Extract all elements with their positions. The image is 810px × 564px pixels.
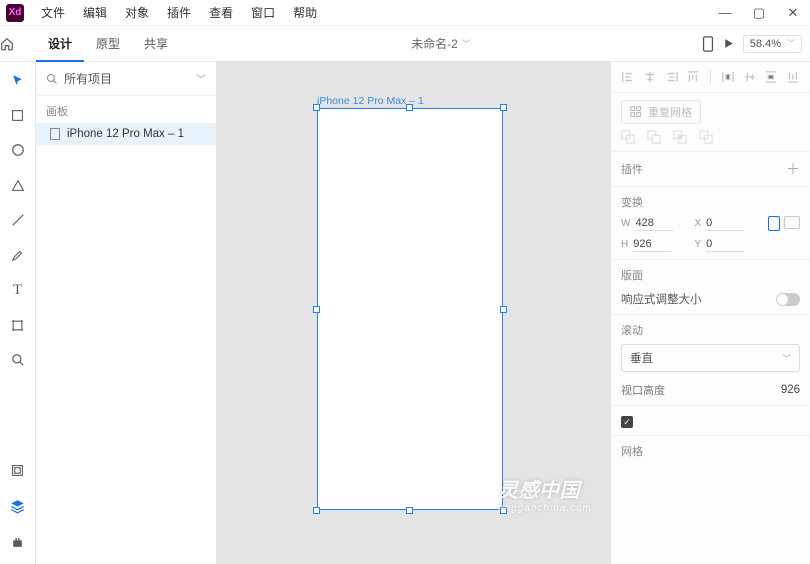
chevron-down-icon: ﹀ [196, 71, 206, 86]
tab-prototype[interactable]: 原型 [84, 26, 132, 62]
app-icon: Xd [6, 4, 24, 22]
selection-handle[interactable] [500, 104, 507, 111]
pen-tool[interactable] [4, 245, 32, 265]
canvas[interactable]: iPhone 12 Pro Max – 1 灵感中国 lingganchina.… [217, 62, 610, 564]
x-input[interactable] [706, 216, 744, 231]
zoom-value: 58.4% [750, 38, 781, 50]
canvas-artboard[interactable] [317, 108, 503, 510]
play-icon[interactable] [722, 37, 735, 50]
path-add-icon[interactable] [621, 130, 635, 144]
y-input[interactable] [706, 237, 744, 252]
path-subtract-icon[interactable] [647, 130, 661, 144]
responsive-toggle[interactable] [776, 293, 800, 306]
window-close-button[interactable]: ✕ [776, 5, 810, 21]
layers-section-label: 画板 [36, 96, 216, 123]
repeat-grid-label: 重复网格 [648, 104, 692, 120]
polygon-tool[interactable] [4, 175, 32, 195]
orientation-landscape-button[interactable] [784, 216, 800, 229]
selection-handle[interactable] [500, 306, 507, 313]
x-label: X [695, 218, 702, 229]
zoom-level[interactable]: 58.4% ﹀ [743, 35, 802, 53]
selection-handle[interactable] [313, 104, 320, 111]
align-bottom-icon[interactable] [786, 70, 800, 84]
document-name[interactable]: 未命名-2 [411, 35, 458, 52]
path-intersect-icon[interactable] [673, 130, 687, 144]
align-hcenter-icon[interactable] [643, 70, 657, 84]
menu-window[interactable]: 窗口 [242, 4, 284, 21]
width-label: W [621, 218, 630, 229]
layout-section-label: 版面 [621, 267, 800, 283]
tab-share[interactable]: 共享 [132, 26, 180, 62]
window-maximize-button[interactable]: ▢ [742, 5, 776, 21]
assets-icon[interactable] [4, 460, 32, 480]
text-tool[interactable]: T [4, 280, 32, 300]
artboard-icon [50, 128, 60, 140]
project-filter-dropdown[interactable]: 所有项目 ﹀ [64, 70, 206, 87]
plugins-panel-icon[interactable] [4, 532, 32, 552]
add-plugin-button[interactable]: ＋ [786, 159, 800, 179]
path-exclude-icon[interactable] [699, 130, 713, 144]
distribute-v-icon[interactable] [764, 70, 778, 84]
responsive-label: 响应式调整大小 [621, 291, 702, 307]
zoom-tool[interactable] [4, 350, 32, 370]
artboard-tool[interactable] [4, 315, 32, 335]
align-right-icon[interactable] [665, 70, 679, 84]
home-icon[interactable] [0, 37, 36, 51]
plugins-section-label: 插件 [621, 161, 643, 177]
scroll-section-label: 滚动 [621, 322, 800, 338]
checkbox-icon[interactable]: ✓ [621, 416, 633, 428]
height-input[interactable] [633, 237, 671, 252]
repeat-grid-button[interactable]: 重复网格 [621, 100, 701, 124]
transform-section-label: 变换 [621, 194, 800, 210]
scroll-select-value: 垂直 [630, 350, 653, 366]
viewport-height-value[interactable]: 926 [781, 384, 800, 396]
align-top-icon[interactable] [686, 70, 700, 84]
search-icon [46, 73, 58, 85]
tab-design[interactable]: 设计 [36, 26, 84, 62]
selection-handle[interactable] [313, 306, 320, 313]
selection-handle[interactable] [500, 507, 507, 514]
chevron-down-icon: ﹀ [787, 38, 795, 49]
menu-help[interactable]: 帮助 [284, 4, 326, 21]
scroll-select[interactable]: 垂直 ﹀ [621, 344, 800, 372]
menu-edit[interactable]: 编辑 [74, 4, 116, 21]
selection-handle[interactable] [313, 507, 320, 514]
rectangle-tool[interactable] [4, 105, 32, 125]
layers-artboard-name: iPhone 12 Pro Max – 1 [67, 128, 184, 140]
height-label: H [621, 239, 628, 250]
chevron-down-icon: ﹀ [782, 352, 791, 365]
device-preview-icon[interactable] [702, 36, 714, 52]
chevron-down-icon[interactable]: ﹀ [462, 37, 471, 50]
ellipse-tool[interactable] [4, 140, 32, 160]
width-input[interactable] [635, 216, 673, 231]
menu-file[interactable]: 文件 [32, 4, 74, 21]
project-filter-label: 所有项目 [64, 70, 112, 87]
watermark: 灵感中国 lingganchina.com [498, 474, 592, 514]
menu-object[interactable]: 对象 [116, 4, 158, 21]
window-minimize-button[interactable]: ― [708, 5, 742, 20]
menu-plugins[interactable]: 插件 [158, 4, 200, 21]
selection-handle[interactable] [406, 507, 413, 514]
line-tool[interactable] [4, 210, 32, 230]
grid-section-label: 网格 [621, 443, 800, 459]
align-vcenter-icon[interactable] [743, 70, 757, 84]
viewport-height-label: 视口高度 [621, 382, 665, 398]
layers-icon[interactable] [4, 496, 32, 516]
layers-artboard-row[interactable]: iPhone 12 Pro Max – 1 [36, 123, 216, 145]
selection-handle[interactable] [406, 104, 413, 111]
align-left-icon[interactable] [621, 70, 635, 84]
y-label: Y [695, 239, 702, 250]
menu-view[interactable]: 查看 [200, 4, 242, 21]
select-tool[interactable] [4, 70, 32, 90]
orientation-portrait-button[interactable] [768, 216, 780, 231]
distribute-h-icon[interactable] [721, 70, 735, 84]
